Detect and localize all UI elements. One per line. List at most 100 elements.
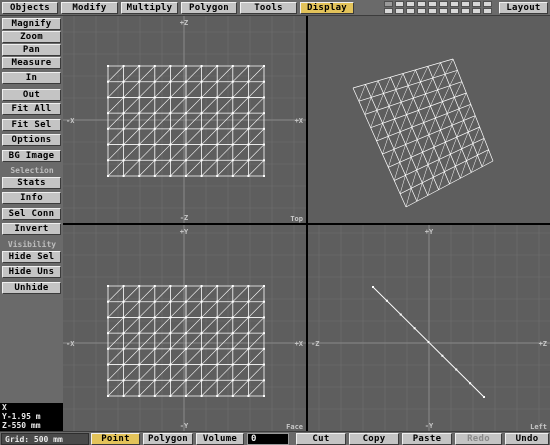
mesh-vertex	[107, 143, 109, 146]
mesh-vertex	[247, 395, 250, 397]
layer-cell[interactable]	[406, 8, 415, 14]
mesh-vertex	[153, 80, 156, 83]
mesh-vertex	[153, 332, 156, 335]
selection-count-field[interactable]: 0	[247, 433, 289, 445]
left-viewport[interactable]: +Y -Y -Z +Z Left	[308, 225, 550, 431]
magnify-button[interactable]: Magnify	[2, 18, 61, 30]
paste-button[interactable]: Paste	[402, 433, 452, 445]
mesh-vertex	[185, 143, 187, 146]
top-axis-up-label: +Z	[180, 19, 188, 27]
options-button[interactable]: Options	[2, 134, 61, 146]
tab-display[interactable]: Display	[300, 2, 354, 14]
bg-image-button[interactable]: BG Image	[2, 150, 61, 162]
info-button[interactable]: Info	[2, 192, 61, 204]
mesh-vertex	[153, 379, 156, 382]
layer-cell[interactable]	[395, 8, 404, 14]
mesh-vertex	[122, 65, 125, 67]
sel-conn-button[interactable]: Sel Conn	[2, 208, 61, 220]
zoom-in-button[interactable]: In	[2, 72, 61, 84]
layer-cell[interactable]	[461, 1, 470, 7]
undo-button[interactable]: Undo	[505, 433, 549, 445]
mesh-vertex	[107, 300, 109, 303]
mesh-vertex	[247, 127, 250, 130]
pan-button[interactable]: Pan	[2, 44, 61, 56]
visibility-section-label: Visibility	[7, 240, 57, 249]
layer-cell[interactable]	[472, 8, 481, 14]
layout-button[interactable]: Layout	[499, 2, 548, 14]
layer-cell[interactable]	[417, 1, 426, 7]
tab-tools[interactable]: Tools	[240, 2, 297, 14]
copy-button[interactable]: Copy	[349, 433, 399, 445]
face-viewport[interactable]: +Y -Y -X +X Face	[63, 225, 306, 431]
stats-button[interactable]: Stats	[2, 177, 61, 189]
mesh-vertex	[200, 175, 203, 177]
perspective-viewport[interactable]	[308, 16, 550, 223]
cut-button[interactable]: Cut	[296, 433, 346, 445]
mesh-vertex	[138, 332, 141, 335]
mesh-vertex	[216, 395, 219, 397]
zoom-out-button[interactable]: Out	[2, 89, 61, 101]
layer-cell[interactable]	[384, 1, 393, 7]
layer-cell[interactable]	[461, 8, 470, 14]
unhide-button[interactable]: Unhide	[2, 282, 61, 294]
hide-uns-button[interactable]: Hide Uns	[2, 266, 61, 278]
layer-cell[interactable]	[450, 1, 459, 7]
mesh-vertex	[247, 347, 250, 350]
mesh-vertex	[231, 316, 234, 319]
mesh-vertex	[372, 286, 374, 288]
left-axis-up-label: +Y	[425, 228, 434, 236]
volume-mode-button[interactable]: Volume	[196, 433, 244, 445]
mesh-vertex	[107, 363, 109, 366]
left-axis-right-label: +Z	[539, 340, 547, 348]
layer-cell[interactable]	[428, 1, 437, 7]
layer-cell[interactable]	[472, 1, 481, 7]
mesh-vertex	[153, 316, 156, 319]
mesh-vertex	[122, 175, 125, 177]
mesh-vertex	[231, 143, 234, 146]
mesh-vertex	[107, 395, 109, 397]
zoom-button[interactable]: Zoom	[2, 31, 61, 43]
tab-multiply[interactable]: Multiply	[121, 2, 178, 14]
layer-cell[interactable]	[428, 8, 437, 14]
bottom-status-bar: Grid: 500 mm Point Polygon Volume 0 Cut …	[0, 431, 550, 445]
mesh-vertex	[153, 112, 156, 115]
layer-cell[interactable]	[417, 8, 426, 14]
measure-button[interactable]: Measure	[2, 57, 61, 69]
layer-cell[interactable]	[450, 8, 459, 14]
face-axis-up-label: +Y	[180, 228, 189, 236]
mesh-vertex	[231, 395, 234, 397]
mesh-vertex	[138, 112, 141, 115]
tab-polygon[interactable]: Polygon	[181, 2, 237, 14]
polygon-mode-button[interactable]: Polygon	[143, 433, 193, 445]
mesh-vertex	[247, 143, 250, 146]
mesh-vertex	[153, 363, 156, 366]
layer-cell[interactable]	[439, 8, 448, 14]
fit-sel-button[interactable]: Fit Sel	[2, 119, 61, 131]
layer-cell[interactable]	[439, 1, 448, 7]
mesh-vertex	[216, 175, 219, 177]
mesh-vertex	[107, 112, 109, 115]
mesh-vertex	[185, 285, 187, 287]
mesh-vertex	[200, 332, 203, 335]
layer-cell[interactable]	[483, 8, 492, 14]
tab-objects[interactable]: Objects	[2, 2, 58, 14]
mesh-vertex	[247, 300, 250, 303]
layer-cell[interactable]	[395, 1, 404, 7]
invert-button[interactable]: Invert	[2, 223, 61, 235]
mesh-vertex	[216, 316, 219, 319]
redo-button[interactable]: Redo	[455, 433, 502, 445]
layer-selector-grid[interactable]	[384, 1, 494, 15]
layer-cell[interactable]	[483, 1, 492, 7]
mesh-vertex	[169, 347, 172, 350]
point-mode-button[interactable]: Point	[91, 433, 140, 445]
top-viewport[interactable]: +Z -Z -X +X Top	[63, 16, 306, 223]
fit-all-button[interactable]: Fit All	[2, 103, 61, 115]
hide-sel-button[interactable]: Hide Sel	[2, 251, 61, 263]
layer-cell[interactable]	[384, 8, 393, 14]
mesh-vertex	[216, 143, 219, 146]
mesh-vertex	[185, 159, 187, 162]
tab-modify[interactable]: Modify	[61, 2, 118, 14]
grid-size-label: Grid: 500 mm	[1, 433, 89, 445]
layer-cell[interactable]	[406, 1, 415, 7]
mesh-vertex	[263, 65, 265, 67]
